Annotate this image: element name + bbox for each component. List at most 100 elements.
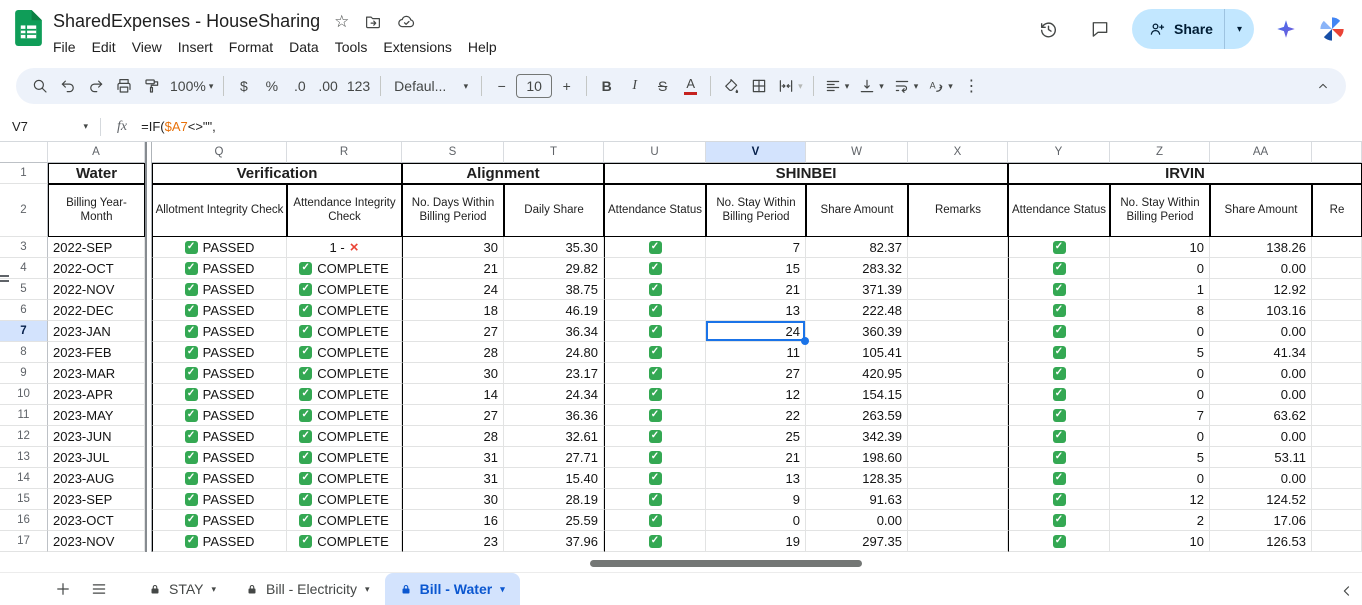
cell-shinbei-remarks[interactable]: [908, 447, 1008, 468]
cell-daily-share[interactable]: 38.75: [504, 279, 604, 300]
cell-irvin-remarks[interactable]: [1312, 363, 1362, 384]
cell-days-in-period[interactable]: 16: [402, 510, 504, 531]
cell-days-in-period[interactable]: 30: [402, 237, 504, 258]
currency-format-button[interactable]: $: [230, 72, 257, 100]
cell-shinbei-stay[interactable]: 7: [706, 237, 806, 258]
cell-irvin-remarks[interactable]: [1312, 489, 1362, 510]
cell-allotment-check[interactable]: ✓PASSED: [152, 279, 287, 300]
col-header-Q[interactable]: Q: [152, 142, 287, 163]
cell-irvin-amount[interactable]: 0.00: [1210, 426, 1312, 447]
cell-irvin-status[interactable]: ✓: [1008, 531, 1110, 552]
bold-button[interactable]: B: [593, 72, 620, 100]
row-header-15[interactable]: 15: [0, 489, 48, 510]
cell-daily-share[interactable]: 24.80: [504, 342, 604, 363]
comment-icon[interactable]: [1080, 9, 1120, 49]
cell-shinbei-status[interactable]: ✓: [604, 468, 706, 489]
row-header-8[interactable]: 8: [0, 342, 48, 363]
cell-days-in-period[interactable]: 27: [402, 321, 504, 342]
row-header-13[interactable]: 13: [0, 447, 48, 468]
cell-shinbei-remarks[interactable]: [908, 342, 1008, 363]
cell-billing-month[interactable]: 2023-FEB: [48, 342, 145, 363]
col-header-A[interactable]: A: [48, 142, 145, 163]
text-color-button[interactable]: A: [677, 72, 704, 100]
row-header-12[interactable]: 12: [0, 426, 48, 447]
cell-irvin-stay[interactable]: 0: [1110, 258, 1210, 279]
cell-allotment-check[interactable]: ✓PASSED: [152, 489, 287, 510]
group-header-verification[interactable]: Verification: [152, 163, 402, 184]
menu-file[interactable]: File: [45, 37, 84, 57]
cell-shinbei-remarks[interactable]: [908, 279, 1008, 300]
cell-attendance-check[interactable]: ✓COMPLETE: [287, 321, 402, 342]
cell-irvin-stay[interactable]: 10: [1110, 237, 1210, 258]
italic-button[interactable]: I: [621, 72, 648, 100]
cell-daily-share[interactable]: 25.59: [504, 510, 604, 531]
cell-daily-share[interactable]: 36.36: [504, 405, 604, 426]
header-attendance-check[interactable]: Attendance Integrity Check: [287, 184, 402, 237]
row-header-4[interactable]: 4: [0, 258, 48, 279]
cell-shinbei-amount[interactable]: 371.39: [806, 279, 908, 300]
gemini-sparkle-icon[interactable]: [1266, 9, 1306, 49]
all-sheets-icon[interactable]: [84, 574, 114, 604]
cell-irvin-amount[interactable]: 138.26: [1210, 237, 1312, 258]
cell-irvin-remarks[interactable]: [1312, 384, 1362, 405]
increase-font-size-button[interactable]: +: [553, 72, 580, 100]
cell-attendance-check[interactable]: ✓COMPLETE: [287, 510, 402, 531]
cell-days-in-period[interactable]: 28: [402, 426, 504, 447]
cell-shinbei-status[interactable]: ✓: [604, 447, 706, 468]
cell-shinbei-stay[interactable]: 13: [706, 468, 806, 489]
cell-irvin-amount[interactable]: 53.11: [1210, 447, 1312, 468]
cell-billing-month[interactable]: 2023-APR: [48, 384, 145, 405]
cell-shinbei-remarks[interactable]: [908, 300, 1008, 321]
cell-shinbei-remarks[interactable]: [908, 426, 1008, 447]
cell-daily-share[interactable]: 29.82: [504, 258, 604, 279]
row-header-17[interactable]: 17: [0, 531, 48, 552]
menu-help[interactable]: Help: [460, 37, 505, 57]
cell-shinbei-status[interactable]: ✓: [604, 237, 706, 258]
cell-attendance-check[interactable]: 1 -×: [287, 237, 402, 258]
cell-shinbei-status[interactable]: ✓: [604, 363, 706, 384]
cell-attendance-check[interactable]: ✓COMPLETE: [287, 363, 402, 384]
cell-days-in-period[interactable]: 21: [402, 258, 504, 279]
cell-shinbei-amount[interactable]: 297.35: [806, 531, 908, 552]
share-dropdown-icon[interactable]: ▾: [1225, 24, 1254, 35]
cell-irvin-status[interactable]: ✓: [1008, 384, 1110, 405]
menu-format[interactable]: Format: [221, 37, 281, 57]
cell-irvin-status[interactable]: ✓: [1008, 468, 1110, 489]
cell-days-in-period[interactable]: 18: [402, 300, 504, 321]
row-header-14[interactable]: 14: [0, 468, 48, 489]
cell-shinbei-amount[interactable]: 82.37: [806, 237, 908, 258]
cell-allotment-check[interactable]: ✓PASSED: [152, 237, 287, 258]
cell-daily-share[interactable]: 35.30: [504, 237, 604, 258]
cell-attendance-check[interactable]: ✓COMPLETE: [287, 426, 402, 447]
cell-attendance-check[interactable]: ✓COMPLETE: [287, 384, 402, 405]
strikethrough-button[interactable]: S: [649, 72, 676, 100]
print-icon[interactable]: [110, 72, 137, 100]
cell-irvin-amount[interactable]: 17.06: [1210, 510, 1312, 531]
cell-days-in-period[interactable]: 30: [402, 489, 504, 510]
cell-irvin-amount[interactable]: 12.92: [1210, 279, 1312, 300]
text-wrap-icon[interactable]: ▾: [889, 72, 923, 100]
collapse-toolbar-icon[interactable]: [1309, 72, 1336, 100]
group-header-irvin[interactable]: IRVIN: [1008, 163, 1362, 184]
row-header-11[interactable]: 11: [0, 405, 48, 426]
cell-daily-share[interactable]: 46.19: [504, 300, 604, 321]
scroll-tabs-left-icon[interactable]: [1338, 582, 1356, 600]
formula-input[interactable]: =IF($A7<>"",: [141, 119, 216, 134]
cell-daily-share[interactable]: 24.34: [504, 384, 604, 405]
cell-irvin-stay[interactable]: 2: [1110, 510, 1210, 531]
cell-shinbei-amount[interactable]: 342.39: [806, 426, 908, 447]
font-size-input[interactable]: 10: [516, 74, 552, 98]
cell-billing-month[interactable]: 2023-SEP: [48, 489, 145, 510]
cell-shinbei-amount[interactable]: 420.95: [806, 363, 908, 384]
cell-irvin-stay[interactable]: 5: [1110, 342, 1210, 363]
cell-shinbei-stay[interactable]: 24: [706, 321, 806, 342]
col-header-Z[interactable]: Z: [1110, 142, 1210, 163]
cell-daily-share[interactable]: 32.61: [504, 426, 604, 447]
cell-irvin-remarks[interactable]: [1312, 405, 1362, 426]
cell-shinbei-remarks[interactable]: [908, 384, 1008, 405]
col-header-U[interactable]: U: [604, 142, 706, 163]
cell-attendance-check[interactable]: ✓COMPLETE: [287, 531, 402, 552]
cell-shinbei-status[interactable]: ✓: [604, 489, 706, 510]
cell-shinbei-stay[interactable]: 22: [706, 405, 806, 426]
cell-irvin-amount[interactable]: 124.52: [1210, 489, 1312, 510]
